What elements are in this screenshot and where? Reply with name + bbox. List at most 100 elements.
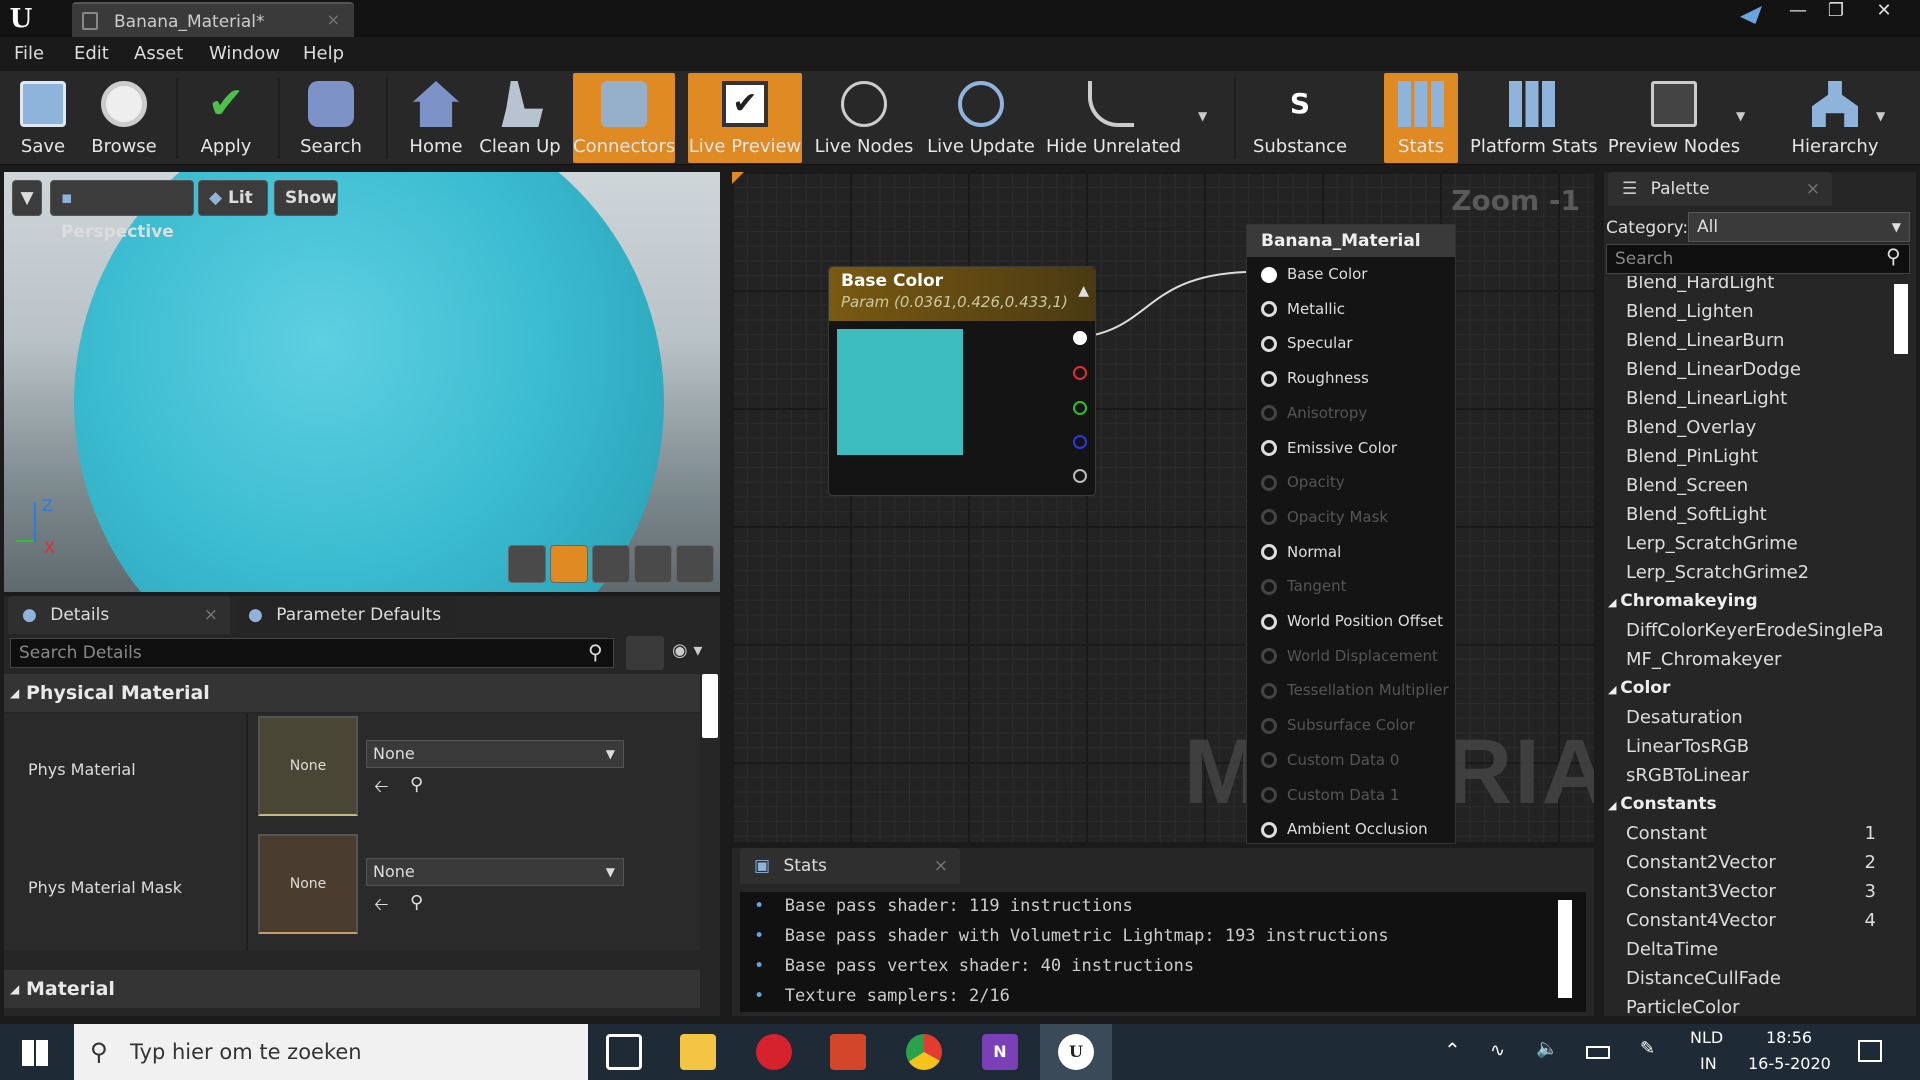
phys-material-combo[interactable]: None ▼ [366,740,624,768]
plane-preview-icon[interactable] [592,545,630,583]
preview-nodes-button[interactable]: Preview Nodes [1606,73,1742,163]
material-pin[interactable]: Custom Data 0 [1261,747,1399,773]
use-selected-arrow-icon[interactable]: 🡠 [374,892,389,922]
menu-window[interactable]: Window [209,43,280,64]
browse-button[interactable]: Browse [82,73,166,163]
visibility-eye-icon[interactable]: ◉ ▾ [672,640,702,661]
app-icon[interactable] [830,1034,866,1070]
output-pin-rgb[interactable] [1073,331,1087,345]
unreal-logo-icon[interactable]: U [4,2,38,36]
palette-item[interactable]: ParticleColor [1604,995,1890,1016]
cube-preview-icon[interactable] [634,545,672,583]
viewport-options-button[interactable]: ▼ [12,180,42,216]
palette-item[interactable]: MF_Chromakeyer [1604,647,1890,675]
material-graph[interactable]: Zoom -1 MATERIAL Base Color Param (0.036… [732,172,1594,842]
property-matrix-icon[interactable] [626,636,664,670]
palette-item[interactable]: sRGBToLinear [1604,763,1890,791]
platform-stats-button[interactable]: Platform Stats [1470,73,1598,163]
use-selected-arrow-icon[interactable]: 🡠 [374,774,389,804]
save-button[interactable]: Save [6,73,80,163]
preview-viewport[interactable]: ▼ ▪ Perspective ◆ Lit Show Z X [4,172,720,592]
tab-palette[interactable]: ☰ Palette × [1608,172,1832,206]
unreal-icon[interactable]: U [1058,1034,1094,1070]
palette-item[interactable]: DeltaTime [1604,937,1890,965]
palette-item[interactable]: DistanceCullFade [1604,966,1890,994]
browse-magnifier-icon[interactable]: ⚲ [410,892,423,913]
material-pin[interactable]: Opacity Mask [1261,504,1388,530]
material-pin[interactable]: Emissive Color [1261,435,1397,461]
material-pin[interactable]: Ambient Occlusion [1261,816,1428,842]
tab-parameter-defaults[interactable]: ● Parameter Defaults [236,596,456,634]
hierarchy-dropdown-icon[interactable]: ▼ [1876,109,1885,123]
clock-time[interactable]: 18:56 [1766,1028,1812,1047]
chrome-icon[interactable] [906,1034,942,1070]
output-pin-a[interactable] [1073,469,1087,483]
palette-item[interactable]: Blend_Lighten [1604,299,1890,327]
document-tab[interactable]: Banana_Material* × [72,2,354,37]
material-pin[interactable]: World Displacement [1261,643,1438,669]
custom-mesh-preview-icon[interactable] [676,545,714,583]
minimize-icon[interactable]: — [1780,0,1816,24]
palette-item[interactable]: Desaturation [1604,705,1890,733]
taskbar-search-input[interactable]: Typ hier om te zoeken [74,1024,588,1080]
palette-scrollbar[interactable] [1894,284,1908,354]
maximize-icon[interactable]: ❐ [1818,0,1854,24]
clock-date[interactable]: 16-5-2020 [1748,1054,1831,1073]
phys-material-mask-thumbnail[interactable]: None [258,834,358,934]
palette-item[interactable]: Constant2Vector 2 [1604,850,1890,878]
close-tab-icon[interactable]: × [327,10,340,29]
search-button[interactable]: Search [286,73,376,163]
palette-item[interactable]: Lerp_ScratchGrime2 [1604,560,1890,588]
language-secondary[interactable]: IN [1700,1054,1717,1073]
palette-search-input[interactable]: Search [1606,244,1910,274]
substance-button[interactable]: S Substance [1246,73,1354,163]
clean-up-button[interactable]: Clean Up [478,73,562,163]
palette-item[interactable]: Blend_HardLight [1604,276,1890,298]
palette-item[interactable]: Lerp_ScratchGrime [1604,531,1890,559]
palette-item[interactable]: Constant3Vector 3 [1604,879,1890,907]
output-pin-b[interactable] [1073,435,1087,449]
palette-item[interactable]: Constant4Vector 4 [1604,908,1890,936]
category-material[interactable]: ◢ Material [4,970,700,1008]
language-primary[interactable]: NLD [1690,1028,1723,1047]
menu-file[interactable]: File [14,43,44,64]
close-tab-icon[interactable]: × [934,848,948,884]
category-combo[interactable]: All ▼ [1688,212,1910,242]
windows-start-icon[interactable] [22,1040,48,1066]
volume-icon[interactable]: 🔈 [1536,1038,1558,1059]
file-explorer-icon[interactable] [680,1034,716,1070]
collapse-node-icon[interactable]: ▲ [1078,283,1089,299]
material-pin[interactable]: Custom Data 1 [1261,782,1399,808]
action-center-icon[interactable] [1858,1040,1882,1062]
details-search-input[interactable]: Search Details [10,638,614,668]
material-pin[interactable]: Opacity [1261,469,1345,495]
details-scrollbar[interactable] [702,674,718,738]
output-pin-g[interactable] [1073,401,1087,415]
palette-category[interactable]: ◢ Chromakeying [1604,589,1890,617]
material-pin[interactable]: Subsurface Color [1261,712,1415,738]
creative-cloud-icon[interactable] [756,1034,792,1070]
material-pin[interactable]: World Position Offset [1261,608,1443,634]
connectors-button[interactable]: Connectors [573,73,675,163]
apply-button[interactable]: ✔ Apply [184,73,268,163]
perspective-button[interactable]: ▪ Perspective [50,180,194,242]
hide-unrelated-button[interactable]: Hide Unrelated [1046,73,1181,163]
show-button[interactable]: Show [274,180,338,216]
palette-item[interactable]: Blend_SoftLight [1604,502,1890,530]
preview-nodes-dropdown-icon[interactable]: ▼ [1736,109,1745,123]
menu-asset[interactable]: Asset [134,43,183,64]
material-pin[interactable]: Base Color [1261,261,1367,287]
cylinder-preview-icon[interactable] [508,545,546,583]
base-color-param-node[interactable]: Base Color Param (0.0361,0.426,0.433,1) … [828,266,1096,496]
material-pin[interactable]: Anisotropy [1261,400,1367,426]
onenote-icon[interactable]: N [982,1034,1018,1070]
palette-item[interactable]: DiffColorKeyerErodeSinglePa [1604,618,1890,646]
material-pin[interactable]: Metallic [1261,296,1345,322]
palette-item[interactable]: Blend_LinearBurn [1604,328,1890,356]
task-view-icon[interactable] [606,1034,642,1070]
material-result-node[interactable]: Banana_Material Base Color Metallic Specul… [1246,224,1456,844]
stats-scrollbar[interactable] [1558,900,1572,998]
hierarchy-button[interactable]: Hierarchy [1782,73,1888,163]
battery-icon[interactable] [1586,1046,1610,1059]
tab-details[interactable]: ● Details × [8,596,230,634]
